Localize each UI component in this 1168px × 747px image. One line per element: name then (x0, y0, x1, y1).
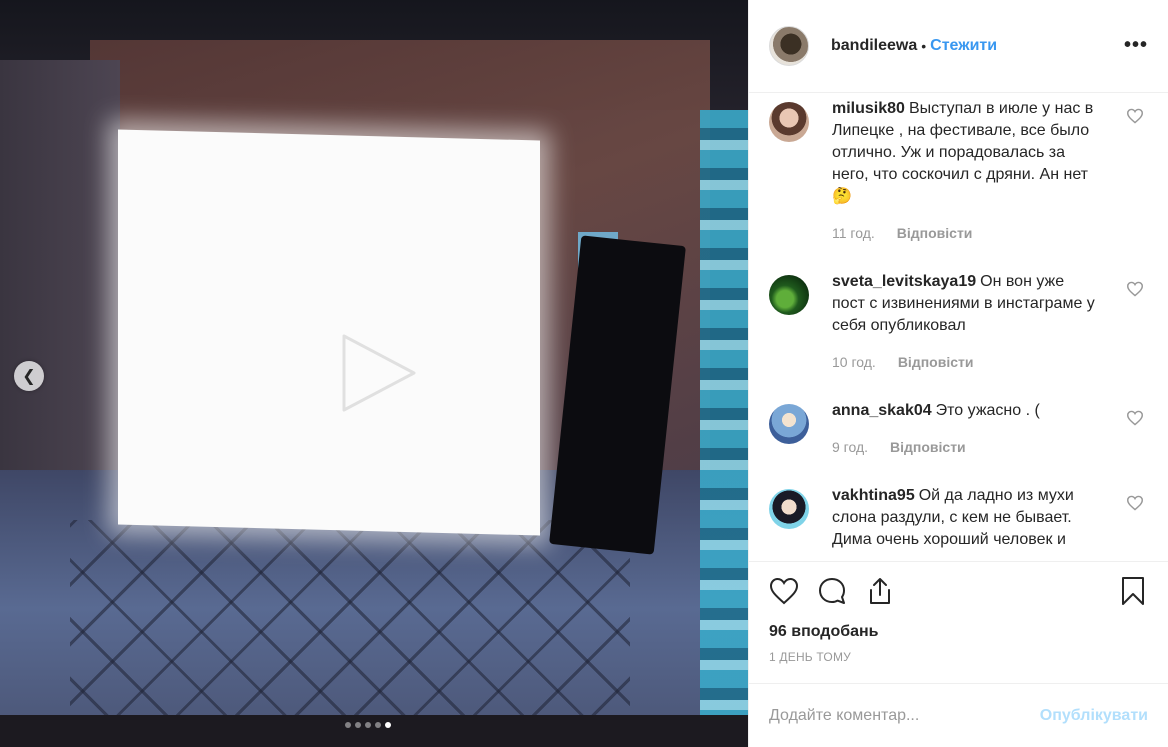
comment-time[interactable]: 10 год. (832, 354, 876, 370)
play-video-icon[interactable] (338, 330, 420, 416)
commenter-avatar[interactable] (769, 403, 809, 444)
comments-list[interactable]: milusik80 Выступал в июле у нас в Липецке… (749, 93, 1168, 561)
comment: anna_skak04 Это ужасно . ( 9 год. Відпові… (769, 400, 1148, 455)
reply-button[interactable]: Відповісти (898, 354, 974, 370)
publish-button[interactable]: Опублікувати (1040, 707, 1148, 725)
comment-text: Это ужасно . ( (935, 401, 1040, 419)
post-media[interactable]: ❮ (0, 0, 748, 747)
chevron-left-icon: ❮ (22, 368, 36, 385)
comment-input[interactable] (769, 706, 1040, 725)
carousel-dot (365, 722, 371, 728)
like-heart-icon[interactable] (769, 576, 799, 606)
comment: milusik80 Выступал в июле у нас в Липецке… (769, 98, 1148, 241)
comment-username[interactable]: sveta_levitskaya19 (832, 273, 976, 290)
commenter-avatar[interactable] (769, 101, 809, 142)
carousel-indicator (345, 722, 391, 728)
comment: sveta_levitskaya19 Он вон уже пост с изви… (769, 271, 1148, 370)
carousel-dot-active (385, 722, 391, 728)
comment-bubble-icon[interactable] (817, 576, 847, 606)
commenter-avatar[interactable] (769, 488, 809, 529)
reply-button[interactable]: Відповісти (890, 439, 966, 455)
like-comment-icon[interactable] (1126, 410, 1144, 426)
post-header: bandileewa • Стежити ••• (749, 0, 1168, 93)
follow-button[interactable]: Стежити (930, 37, 997, 55)
owner-username[interactable]: bandileewa (831, 37, 917, 55)
comment-username[interactable]: milusik80 (832, 100, 905, 117)
add-comment-bar: Опублікувати (749, 683, 1168, 747)
previous-slide-button[interactable]: ❮ (14, 361, 44, 391)
bookmark-save-icon[interactable] (1118, 576, 1148, 606)
carousel-dot (375, 722, 381, 728)
like-comment-icon[interactable] (1126, 281, 1144, 297)
post-sidebar: bandileewa • Стежити ••• milusik80 Выступ… (748, 0, 1168, 747)
instagram-post-modal: ❮ bandileewa • Стежити ••• milusik80 Выст… (0, 0, 1168, 747)
comment: vakhtina95 Ой да ладно из мухи слона разд… (769, 485, 1148, 551)
likes-count[interactable]: 96 вподобань (749, 620, 1168, 644)
carousel-dot (345, 722, 351, 728)
carousel-dot (355, 722, 361, 728)
more-options-icon[interactable]: ••• (1124, 34, 1148, 57)
share-upload-icon[interactable] (865, 576, 895, 606)
commenter-avatar[interactable] (769, 274, 809, 315)
comment-time[interactable]: 11 год. (832, 225, 875, 241)
post-timestamp[interactable]: 1 ДЕНЬ ТОМУ (749, 644, 1168, 674)
comment-time[interactable]: 9 год. (832, 439, 868, 455)
post-actions (749, 560, 1168, 621)
reply-button[interactable]: Відповісти (897, 225, 973, 241)
owner-avatar[interactable] (769, 25, 809, 66)
like-comment-icon[interactable] (1126, 108, 1144, 124)
comment-username[interactable]: anna_skak04 (832, 402, 932, 419)
separator-dot: • (921, 37, 927, 54)
comment-username[interactable]: vakhtina95 (832, 487, 915, 504)
like-comment-icon[interactable] (1126, 495, 1144, 511)
